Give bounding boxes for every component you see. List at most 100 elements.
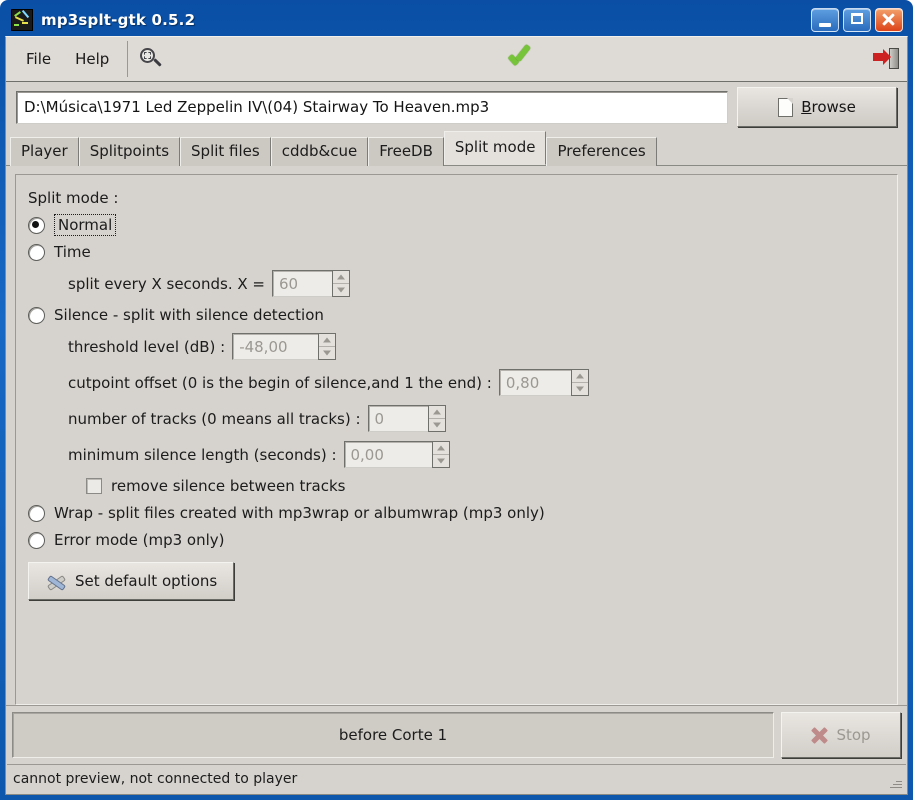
tab-split-mode[interactable]: Split mode [443,131,547,165]
number-of-tracks-spinner[interactable]: 0 [367,405,446,432]
minimize-icon [812,9,838,31]
document-icon [778,97,794,117]
tab-page-split-mode: Split mode : Normal Time split every X s… [6,166,907,705]
close-button[interactable] [875,8,903,32]
radio-normal-label: Normal [54,214,117,236]
tools-icon [45,572,67,591]
browse-button[interactable]: Browse [737,87,897,127]
split-mode-group-label: Split mode : [28,189,119,207]
menu-item-file[interactable]: File [14,45,63,73]
detect-silence-button[interactable] [131,45,171,73]
window-controls [811,8,906,32]
exit-door-icon[interactable] [873,47,899,71]
menu-bar: File Help [6,37,121,81]
minimum-silence-length-spinner[interactable]: 0,00 [343,441,450,468]
tab-preferences[interactable]: Preferences [546,137,657,166]
stepper-down-icon[interactable] [572,383,588,395]
menu-item-help[interactable]: Help [63,45,121,73]
stepper-down-icon[interactable] [319,347,335,359]
remove-silence-label: remove silence between tracks [111,477,346,495]
status-bar: cannot preview, not connected to player [7,764,906,793]
radio-row-wrap[interactable]: Wrap - split files created with mp3wrap … [28,504,885,522]
cutpoint-offset-spinner[interactable]: 0,80 [498,369,589,396]
radio-wrap[interactable] [28,504,45,522]
cutpoint-offset-label: cutpoint offset (0 is the begin of silen… [68,373,492,392]
tab-splitpoints[interactable]: Splitpoints [78,137,181,166]
radio-silence[interactable] [28,306,45,324]
set-default-options-label: Set default options [75,572,218,590]
file-path-input[interactable]: D:\Música\1971 Led Zeppelin IV\(04) Stai… [16,90,728,124]
remove-silence-row[interactable]: remove silence between tracks [28,477,885,495]
time-seconds-value[interactable]: 60 [271,270,332,297]
radio-row-normal[interactable]: Normal [28,214,885,236]
menu-toolbar-row: File Help [6,37,907,82]
stepper-up-icon[interactable] [571,370,588,383]
red-x-icon [811,727,828,744]
stepper-down-icon[interactable] [433,455,449,467]
client-area: File Help D:\Música\1971 Led Zeppelin IV… [5,36,908,795]
window-title: mp3splt-gtk 0.5.2 [41,11,196,29]
radio-wrap-label: Wrap - split files created with mp3wrap … [54,504,545,522]
stepper-down-icon[interactable] [429,419,445,431]
number-of-tracks-stepper[interactable] [427,405,446,432]
stop-button-label: Stop [836,726,871,744]
stepper-up-icon[interactable] [432,442,449,455]
magnifier-icon [139,47,163,71]
minimize-button[interactable] [811,8,839,32]
app-waveform-icon [11,9,33,31]
time-seconds-stepper[interactable] [331,270,350,297]
radio-silence-label: Silence - split with silence detection [54,306,324,324]
resize-grip[interactable] [888,776,902,790]
minimum-silence-length-row: minimum silence length (seconds) : 0,00 [28,441,885,468]
radio-normal[interactable] [28,216,45,234]
radio-row-silence[interactable]: Silence - split with silence detection [28,306,885,324]
threshold-value[interactable]: -48,00 [232,333,319,360]
remove-silence-checkbox[interactable] [86,478,102,494]
green-check-icon [504,46,534,72]
number-of-tracks-value[interactable]: 0 [367,405,428,432]
maximize-button[interactable] [843,8,871,32]
radio-error-mode[interactable] [28,531,45,549]
close-icon [876,9,902,31]
threshold-row: threshold level (dB) : -48,00 [28,333,885,360]
stepper-up-icon[interactable] [319,334,336,347]
file-path-row: D:\Música\1971 Led Zeppelin IV\(04) Stai… [6,82,907,132]
stepper-up-icon[interactable] [332,271,349,284]
stop-button[interactable]: Stop [781,712,901,758]
cutpoint-offset-stepper[interactable] [570,369,589,396]
tab-freedb[interactable]: FreeDB [368,137,444,166]
browse-button-label: Browse [801,98,856,116]
number-of-tracks-row: number of tracks (0 means all tracks) : … [28,405,885,432]
number-of-tracks-label: number of tracks (0 means all tracks) : [68,409,361,428]
time-seconds-row: split every X seconds. X = 60 [28,270,885,297]
stepper-down-icon[interactable] [333,284,349,296]
toolbar [131,37,907,81]
threshold-spinner[interactable]: -48,00 [232,333,337,360]
minimum-silence-length-stepper[interactable] [431,441,450,468]
radio-time-label: Time [54,243,91,261]
toolbar-separator [127,41,129,77]
notebook-tabs: Player Splitpoints Split files cddb&cue … [6,131,907,166]
tab-player[interactable]: Player [10,137,79,166]
bottom-bar: before Corte 1 Stop [6,705,907,758]
radio-error-mode-label: Error mode (mp3 only) [54,531,225,549]
radio-time[interactable] [28,243,45,261]
set-default-options-button[interactable]: Set default options [28,562,235,600]
progress-bar: before Corte 1 [12,712,774,758]
cutpoint-offset-row: cutpoint offset (0 is the begin of silen… [28,369,885,396]
minimum-silence-length-value[interactable]: 0,00 [343,441,432,468]
tab-split-files[interactable]: Split files [180,137,271,166]
application-window: mp3splt-gtk 0.5.2 File Help D:\Música\19… [0,0,913,800]
radio-row-time[interactable]: Time [28,243,885,261]
maximize-icon [844,9,870,31]
threshold-stepper[interactable] [318,333,337,360]
time-seconds-spinner[interactable]: 60 [271,270,350,297]
minimum-silence-length-label: minimum silence length (seconds) : [68,445,337,464]
time-seconds-label: split every X seconds. X = [68,274,265,293]
stepper-up-icon[interactable] [428,406,445,419]
tab-cddb-cue[interactable]: cddb&cue [270,137,369,166]
cutpoint-offset-value[interactable]: 0,80 [498,369,571,396]
radio-row-error[interactable]: Error mode (mp3 only) [28,531,885,549]
split-mode-panel: Split mode : Normal Time split every X s… [15,174,898,705]
status-text: cannot preview, not connected to player [13,771,298,787]
